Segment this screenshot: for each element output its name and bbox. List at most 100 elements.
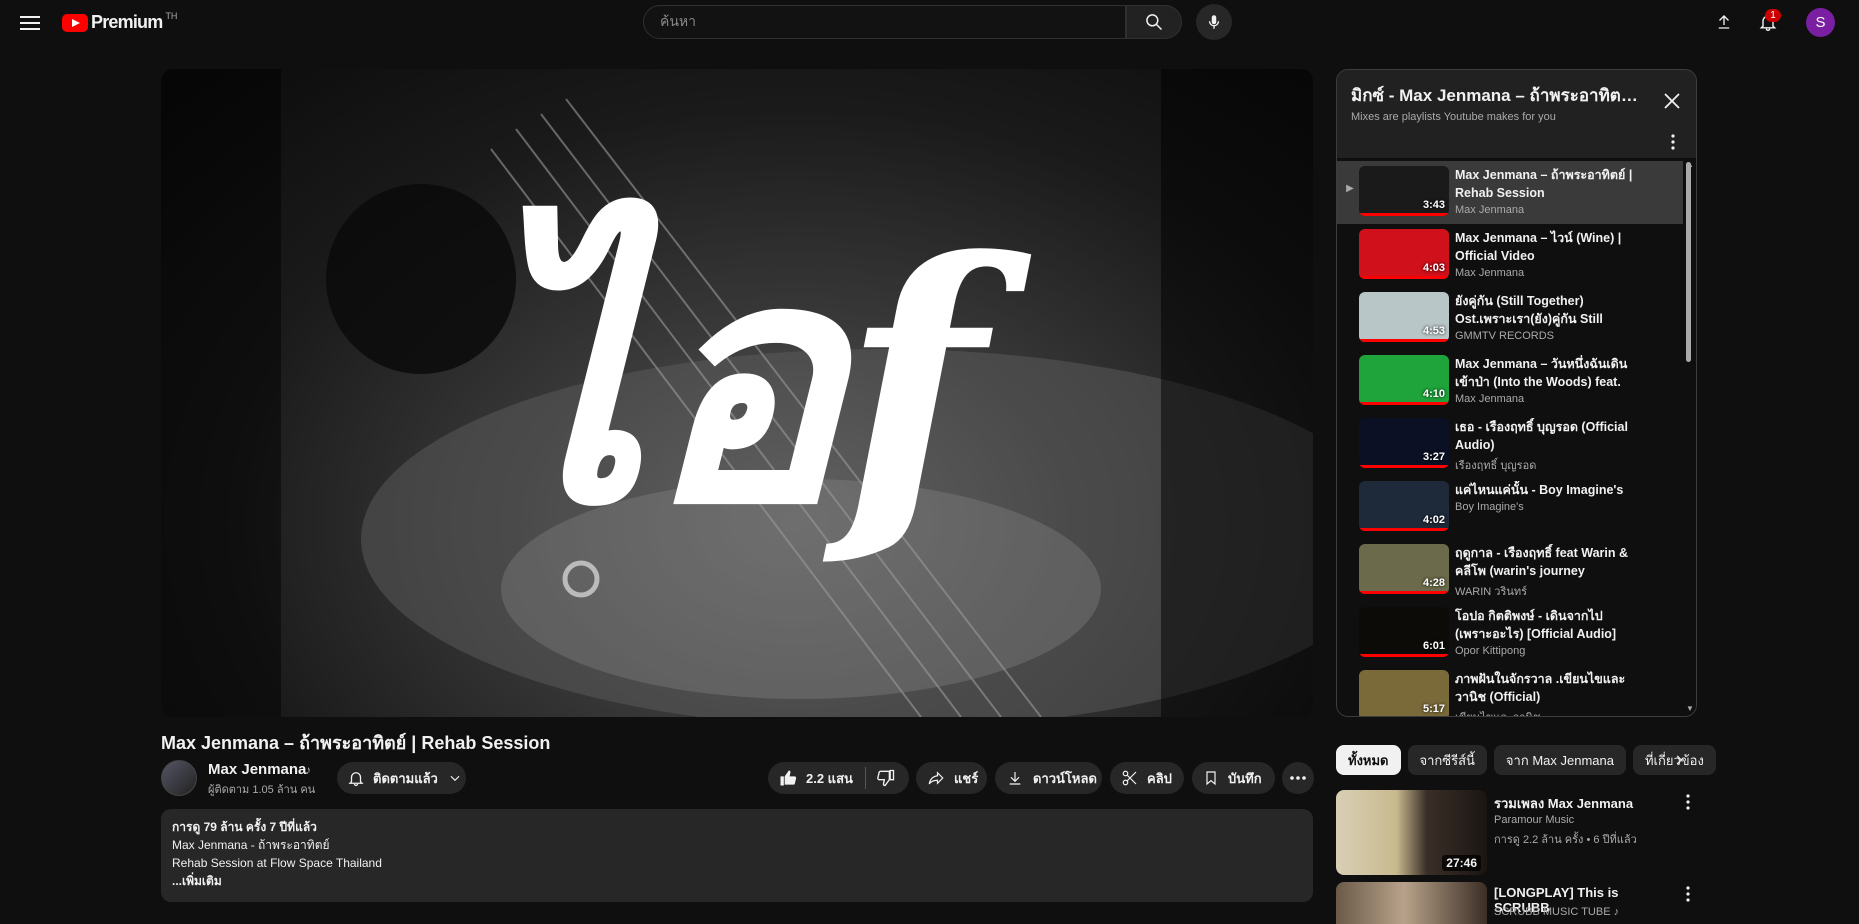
playlist-thumbnail[interactable]: 4:10 bbox=[1359, 355, 1449, 405]
playlist-item-text: โอปอ กิตติพงษ์ - เดินจากไป (เพราะอะไร) [… bbox=[1455, 607, 1635, 657]
description-box[interactable]: การดู 79 ล้าน ครั้ง 7 ปีที่แล้ว Max Jenm… bbox=[161, 809, 1313, 902]
playlist-item-text: แค่ไหนแค่นั้น - Boy Imagine's Boy Imagine… bbox=[1455, 481, 1635, 513]
recommendation-title[interactable]: รวมเพลง Max Jenmana bbox=[1494, 793, 1674, 814]
playlist-thumbnail[interactable]: 3:43 bbox=[1359, 166, 1449, 216]
description-line: Rehab Session at Flow Space Thailand bbox=[172, 856, 382, 870]
channel-name[interactable]: Max Jenmana bbox=[208, 761, 306, 778]
playlist-item-title[interactable]: ฤดูกาล - เรืองฤทธิ์ feat Warin & คลีโพ (… bbox=[1455, 544, 1635, 580]
video-player[interactable]: ไอf bbox=[161, 69, 1313, 717]
account-avatar[interactable]: S bbox=[1806, 8, 1835, 37]
upload-button[interactable] bbox=[1712, 10, 1736, 34]
playlist-thumbnail[interactable]: 6:01 bbox=[1359, 607, 1449, 657]
filter-chip[interactable]: จากซีรีส์นี้ bbox=[1407, 745, 1487, 775]
search-input[interactable]: ค้นหา bbox=[643, 5, 1126, 39]
scroll-down-icon[interactable]: ▼ bbox=[1686, 704, 1694, 713]
playlist-item-channel: Opor Kittipong bbox=[1455, 645, 1526, 657]
watch-progress-bar bbox=[1359, 654, 1449, 657]
playlist-thumbnail[interactable]: 3:27 bbox=[1359, 418, 1449, 468]
playlist-item-title[interactable]: Max Jenmana – ถ้าพระอาทิตย์ | Rehab Sess… bbox=[1455, 166, 1635, 202]
watch-progress-bar bbox=[1359, 276, 1449, 279]
recommendation-item[interactable]: [LONGPLAY] This is SCRUBB SCRUBB MUSIC T… bbox=[1336, 882, 1697, 924]
playlist-item[interactable]: 4:03 Max Jenmana – ไวน์ (Wine) | Official… bbox=[1337, 224, 1683, 287]
save-button[interactable]: บันทึก bbox=[1192, 762, 1275, 794]
playlist-item-title[interactable]: เธอ - เรืองฤทธิ์ บุญรอด (Official Audio) bbox=[1455, 418, 1635, 454]
voice-search-button[interactable] bbox=[1196, 4, 1232, 40]
playlist-item[interactable]: ▶ 3:43 Max Jenmana – ถ้าพระอาทิตย์ | Rehab… bbox=[1337, 161, 1683, 224]
video-duration: 27:46 bbox=[1442, 855, 1481, 871]
recommendation-thumbnail[interactable]: 27:46 bbox=[1336, 790, 1487, 875]
like-icon[interactable] bbox=[778, 768, 798, 788]
video-duration: 3:27 bbox=[1422, 451, 1445, 463]
filter-chip[interactable]: จาก Max Jenmana bbox=[1493, 745, 1626, 775]
playlist-item-title[interactable]: Max Jenmana – ไวน์ (Wine) | Official Vid… bbox=[1455, 229, 1635, 265]
playlist-item[interactable]: 4:53 ยังคู่กัน (Still Together) Ost.เพราะ… bbox=[1337, 287, 1683, 350]
playlist-item-channel: เรืองฤทธิ์ บุญรอด bbox=[1455, 460, 1537, 472]
playlist-item[interactable]: 4:02 แค่ไหนแค่นั้น - Boy Imagine's Boy Ima… bbox=[1337, 476, 1683, 539]
playlist-title[interactable]: มิกซ์ - Max Jenmana – ถ้าพระอาทิตย์ | Re… bbox=[1351, 82, 1641, 109]
more-vertical-icon[interactable] bbox=[1668, 132, 1678, 152]
mix-playlist-panel: มิกซ์ - Max Jenmana – ถ้าพระอาทิตย์ | Re… bbox=[1336, 69, 1697, 717]
description-line: Max Jenmana - ถ้าพระอาทิตย์ bbox=[172, 838, 330, 852]
download-icon bbox=[1009, 772, 1021, 785]
recommendation-channel[interactable]: Paramour Music bbox=[1494, 814, 1574, 826]
playlist-thumbnail[interactable]: 4:03 bbox=[1359, 229, 1449, 279]
download-button[interactable]: ดาวน์โหลด bbox=[995, 762, 1102, 794]
chips-next-button[interactable] bbox=[1664, 746, 1694, 774]
recommendation-item[interactable]: 27:46 รวมเพลง Max Jenmana Paramour Music… bbox=[1336, 790, 1697, 876]
video-frame: ไอf bbox=[161, 69, 1313, 717]
watch-progress-bar bbox=[1359, 465, 1449, 468]
filter-chip[interactable]: ทั้งหมด bbox=[1336, 745, 1401, 775]
share-button[interactable]: แชร์ bbox=[916, 762, 987, 794]
video-duration: 4:02 bbox=[1422, 514, 1445, 526]
close-icon[interactable] bbox=[1662, 91, 1682, 111]
video-duration: 6:01 bbox=[1422, 640, 1445, 652]
download-label: ดาวน์โหลด bbox=[1033, 770, 1097, 786]
playlist-thumbnail[interactable]: 4:02 bbox=[1359, 481, 1449, 531]
notification-badge: 1 bbox=[1765, 9, 1781, 22]
clip-label: คลิป bbox=[1147, 770, 1172, 786]
watch-progress-bar bbox=[1359, 339, 1449, 342]
playlist-scrollbar[interactable] bbox=[1686, 162, 1691, 362]
subscribe-button[interactable]: ติดตามแล้ว bbox=[337, 762, 466, 794]
search-button[interactable] bbox=[1126, 5, 1182, 39]
playlist-item[interactable]: 6:01 โอปอ กิตติพงษ์ - เดินจากไป (เพราะอะไ… bbox=[1337, 602, 1683, 665]
playlist-item-title[interactable]: ภาพฝันในจักรวาล .เขียนไขและวานิช (Offici… bbox=[1455, 670, 1635, 706]
playlist-item-channel: Max Jenmana bbox=[1455, 204, 1525, 216]
watch-progress-bar bbox=[1359, 213, 1449, 216]
recommendation-thumbnail[interactable] bbox=[1336, 882, 1487, 924]
more-vertical-icon[interactable] bbox=[1683, 884, 1693, 904]
playlist-item-title[interactable]: โอปอ กิตติพงษ์ - เดินจากไป (เพราะอะไร) [… bbox=[1455, 607, 1635, 643]
playlist-item-text: Max Jenmana – ไวน์ (Wine) | Official Vid… bbox=[1455, 229, 1635, 279]
more-actions-button[interactable] bbox=[1282, 762, 1314, 794]
playlist-item-title[interactable]: แค่ไหนแค่นั้น - Boy Imagine's bbox=[1455, 481, 1635, 499]
menu-icon[interactable] bbox=[18, 12, 42, 32]
playlist-item[interactable]: 5:17 ภาพฝันในจักรวาล .เขียนไขและวานิช (Of… bbox=[1337, 665, 1683, 716]
playlist-items: ▶ 3:43 Max Jenmana – ถ้าพระอาทิตย์ | Rehab… bbox=[1337, 158, 1696, 716]
playlist-thumbnail[interactable]: 5:17 bbox=[1359, 670, 1449, 716]
playlist-item[interactable]: 4:28 ฤดูกาล - เรืองฤทธิ์ feat Warin & คลี… bbox=[1337, 539, 1683, 602]
channel-avatar[interactable] bbox=[161, 760, 197, 796]
playlist-item-title[interactable]: ยังคู่กัน (Still Together) Ost.เพราะเรา(… bbox=[1455, 292, 1635, 328]
like-count[interactable]: 2.2 แสน bbox=[806, 768, 853, 789]
view-count-date: การดู 79 ล้าน ครั้ง 7 ปีที่แล้ว bbox=[172, 820, 317, 834]
search-placeholder: ค้นหา bbox=[660, 13, 697, 29]
playlist-item[interactable]: 3:27 เธอ - เรืองฤทธิ์ บุญรอด (Official Au… bbox=[1337, 413, 1683, 476]
clip-button[interactable]: คลิป bbox=[1110, 762, 1184, 794]
microphone-icon bbox=[1208, 15, 1220, 29]
playlist-item-title[interactable]: Max Jenmana – วันหนึ่งฉันเดินเข้าป่า (In… bbox=[1455, 355, 1635, 391]
playlist-subtitle: Mixes are playlists Youtube makes for yo… bbox=[1351, 111, 1556, 123]
video-watermark-text: ไอf bbox=[478, 189, 1033, 577]
masthead: Premium TH ค้นหา 1 S bbox=[0, 0, 1859, 44]
show-more-link[interactable]: ...เพิ่มเติม bbox=[172, 872, 1302, 890]
playlist-thumbnail[interactable]: 4:28 bbox=[1359, 544, 1449, 594]
playlist-item-channel: Boy Imagine's bbox=[1455, 501, 1524, 513]
playlist-thumbnail[interactable]: 4:53 bbox=[1359, 292, 1449, 342]
save-label: บันทึก bbox=[1228, 770, 1262, 786]
dislike-icon[interactable] bbox=[876, 768, 896, 788]
bookmark-icon bbox=[1206, 771, 1216, 786]
youtube-premium-logo[interactable]: Premium TH bbox=[62, 11, 177, 33]
recommendation-channel[interactable]: SCRUBB MUSIC TUBE ♪ bbox=[1494, 906, 1619, 918]
playlist-item-channel: GMMTV RECORDS bbox=[1455, 330, 1554, 342]
playlist-item[interactable]: 4:10 Max Jenmana – วันหนึ่งฉันเดินเข้าป่า… bbox=[1337, 350, 1683, 413]
more-vertical-icon[interactable] bbox=[1683, 792, 1693, 812]
